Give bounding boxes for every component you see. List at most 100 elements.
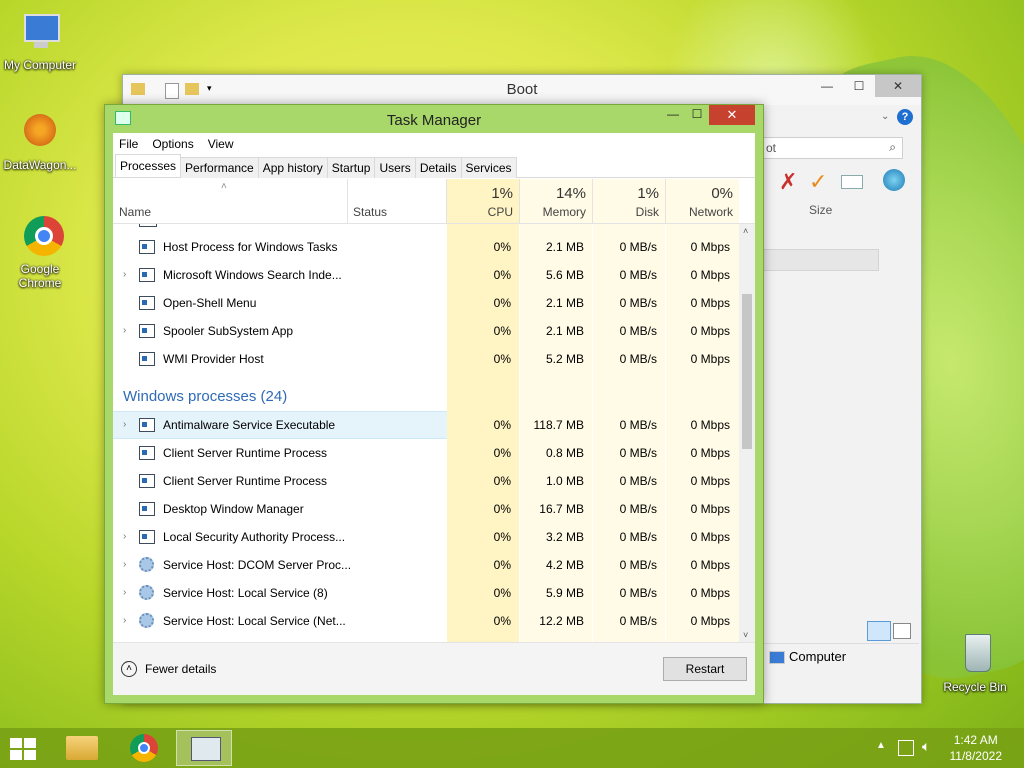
- tab-app-history[interactable]: App history: [257, 157, 328, 178]
- column-header-size[interactable]: Size: [809, 203, 832, 217]
- menu-view[interactable]: View: [208, 137, 234, 151]
- desktop-icon-datawagon[interactable]: DataWagon...: [0, 108, 80, 172]
- desktop-icon-recycle-bin[interactable]: Recycle Bin: [935, 630, 1015, 694]
- minimize-button[interactable]: —: [811, 75, 843, 97]
- menu-options[interactable]: Options: [152, 137, 193, 151]
- process-row[interactable]: Client Server Runtime Process 0% 1.0 MB 0 M…: [113, 467, 739, 495]
- process-disk: 0 MB/s: [619, 586, 657, 600]
- process-memory: 2.1 MB: [545, 324, 584, 338]
- maximize-button[interactable]: ☐: [843, 75, 875, 97]
- column-header-name[interactable]: ˄ Name: [113, 179, 348, 223]
- large-icons-view-icon[interactable]: [893, 623, 911, 639]
- group-header-windows-processes[interactable]: Windows processes (24): [123, 383, 287, 411]
- help-icon[interactable]: ?: [897, 109, 913, 125]
- column-header-name-label: Name: [119, 205, 152, 219]
- close-button[interactable]: ✕: [875, 75, 921, 97]
- task-manager-footer: ˄ Fewer details Restart: [113, 642, 755, 695]
- start-button[interactable]: [10, 738, 38, 760]
- column-header-status-label: Status: [353, 205, 388, 219]
- task-manager-titlebar[interactable]: Task Manager — ☐ ✕: [105, 105, 763, 133]
- windows-logo-icon: [10, 738, 22, 748]
- process-row[interactable]: Open-Shell Menu 0% 2.1 MB 0 MB/s 0 Mbps: [113, 289, 739, 317]
- process-row[interactable]: Client Server Runtime Process 0% 0.8 MB 0 M…: [113, 439, 739, 467]
- process-row[interactable]: › Antimalware Service Executable 0% 118.7 M…: [113, 411, 739, 439]
- restart-button[interactable]: Restart: [663, 657, 747, 681]
- process-disk: 0 MB/s: [619, 352, 657, 366]
- network-total-percent: 0%: [711, 185, 733, 202]
- process-row[interactable]: › Service Host: Local Service (8) 0% 5.9 MB…: [113, 579, 739, 607]
- process-name: Client Server Runtime Process: [163, 446, 328, 460]
- column-header-network[interactable]: 0% Network: [666, 179, 739, 223]
- process-row[interactable]: WMI Provider Host 0% 5.2 MB 0 MB/s 0 Mbps: [113, 345, 739, 373]
- column-header-memory-label: Memory: [542, 205, 586, 219]
- expand-chevron-icon[interactable]: ›: [123, 616, 133, 626]
- process-cpu: 0%: [493, 530, 511, 544]
- expand-chevron-icon[interactable]: ›: [123, 270, 133, 280]
- desktop-icon-chrome[interactable]: Google Chrome: [0, 212, 80, 290]
- show-hidden-icons-icon[interactable]: ▲: [876, 740, 886, 751]
- selected-file-row[interactable]: [763, 249, 879, 271]
- tab-users[interactable]: Users: [374, 157, 416, 178]
- chevron-down-icon[interactable]: ⌄: [881, 111, 889, 122]
- process-row[interactable]: › Microsoft Windows Search Inde... 0% 5.6 M…: [113, 261, 739, 289]
- process-network: 0 Mbps: [690, 558, 730, 572]
- fewer-details-button[interactable]: ˄ Fewer details: [121, 661, 216, 677]
- process-row[interactable]: Host Process for Windows Tasks 0% 2.1 MB 0 …: [113, 233, 739, 261]
- expand-chevron-icon[interactable]: ›: [123, 326, 133, 336]
- process-disk: 0 MB/s: [619, 502, 657, 516]
- expand-chevron-icon[interactable]: ›: [123, 420, 133, 430]
- desktop-icon-label: DataWagon...: [3, 158, 77, 172]
- scroll-down-icon[interactable]: ˅: [743, 630, 748, 640]
- checkmark-icon[interactable]: ✓: [809, 169, 827, 195]
- delete-icon[interactable]: ✗: [779, 169, 797, 195]
- properties-view-icon[interactable]: [841, 175, 863, 189]
- gear-icon: [139, 585, 154, 600]
- clock[interactable]: 1:42 AM 11/8/2022: [950, 732, 1003, 764]
- process-row[interactable]: › Service Host: DCOM Server Proc... 0% 4.2 …: [113, 551, 739, 579]
- network-icon[interactable]: [898, 740, 914, 756]
- search-input[interactable]: ot ⌕: [763, 137, 903, 159]
- taskbar-file-explorer[interactable]: [54, 730, 110, 766]
- tab-performance[interactable]: Performance: [180, 157, 259, 178]
- process-row[interactable]: Desktop Window Manager 0% 16.7 MB 0 MB/s 0 M…: [113, 495, 739, 523]
- datawagon-icon: [16, 108, 64, 156]
- expand-chevron-icon[interactable]: ›: [123, 560, 133, 570]
- vertical-scrollbar[interactable]: ˄ ˅: [739, 224, 755, 642]
- task-manager-window[interactable]: Task Manager — ☐ ✕ File Options View Pro…: [104, 104, 764, 704]
- column-header-disk[interactable]: 1% Disk: [593, 179, 666, 223]
- globe-icon[interactable]: [883, 169, 905, 191]
- tab-processes[interactable]: Processes: [115, 154, 182, 177]
- tab-startup[interactable]: Startup: [326, 157, 376, 178]
- column-header-cpu[interactable]: 1% CPU: [447, 179, 520, 223]
- taskbar-chrome[interactable]: [116, 730, 172, 766]
- folder-icon: [66, 736, 98, 760]
- computer-icon: [16, 8, 64, 56]
- menu-file[interactable]: File: [119, 137, 138, 151]
- tab-details[interactable]: Details: [414, 157, 462, 178]
- column-header-status[interactable]: Status: [347, 179, 447, 223]
- process-network: 0 Mbps: [690, 296, 730, 310]
- process-memory: 2.1 MB: [545, 296, 584, 310]
- process-row[interactable]: › Spooler SubSystem App 0% 2.1 MB 0 MB/s 0 Mb…: [113, 317, 739, 345]
- explorer-titlebar[interactable]: ▾ Boot — ☐ ✕: [123, 75, 921, 105]
- volume-icon[interactable]: 🔈︎: [922, 738, 930, 755]
- process-row[interactable]: › Local Security Authority Process... 0% 3.…: [113, 523, 739, 551]
- tab-services[interactable]: Services: [460, 157, 517, 178]
- scrollbar-thumb[interactable]: [742, 294, 752, 449]
- expand-chevron-icon[interactable]: ›: [123, 588, 133, 598]
- process-memory: 2.1 MB: [545, 240, 584, 254]
- taskbar-task-manager[interactable]: [176, 730, 232, 766]
- details-view-icon[interactable]: [867, 621, 891, 641]
- desktop-icon-my-computer[interactable]: My Computer: [0, 8, 80, 72]
- memory-total-percent: 14%: [555, 185, 586, 202]
- maximize-button[interactable]: ☐: [683, 105, 711, 125]
- process-row[interactable]: › Service Host: Local Service (Net... 0% 12…: [113, 607, 739, 635]
- close-button[interactable]: ✕: [709, 105, 755, 125]
- scroll-up-icon[interactable]: ˄: [743, 226, 748, 236]
- process-name: Desktop Window Manager: [163, 502, 304, 516]
- explorer-address-tail[interactable]: ⌄ ?: [763, 107, 913, 129]
- column-header-memory[interactable]: 14% Memory: [520, 179, 593, 223]
- process-cpu: 0%: [493, 586, 511, 600]
- search-icon[interactable]: ⌕: [889, 140, 896, 155]
- expand-chevron-icon[interactable]: ›: [123, 532, 133, 542]
